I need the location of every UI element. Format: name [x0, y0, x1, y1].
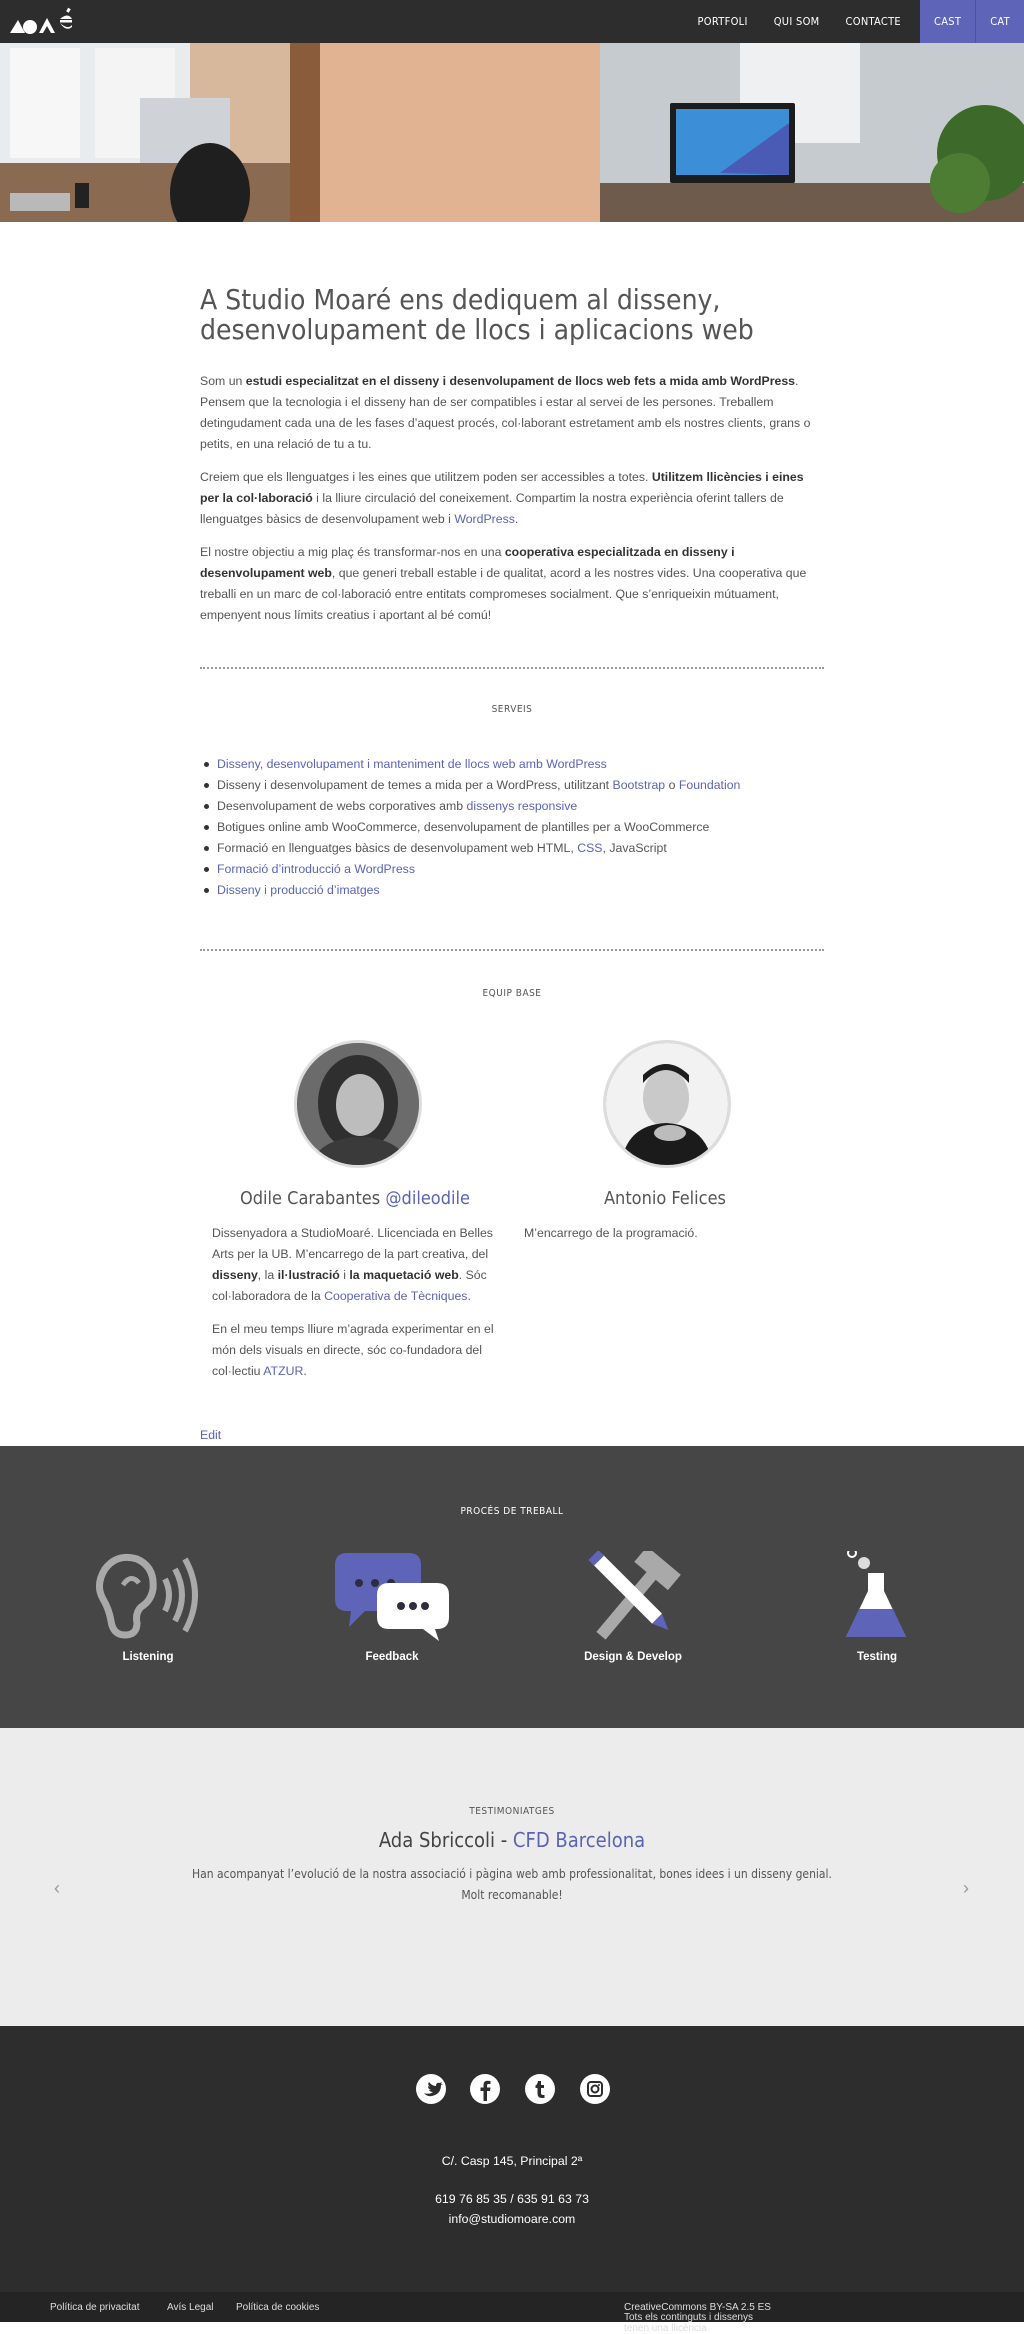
- twitter-handle-link[interactable]: @dileodile: [385, 1188, 470, 1209]
- carousel-next-icon[interactable]: ›: [963, 1878, 969, 1899]
- member-name: Odile Carabantes @dileodile: [240, 1188, 470, 1209]
- testimonials-section: TESTIMONIATGES Ada Sbriccoli - CFD Barce…: [0, 1728, 1024, 2026]
- list-item: Desenvolupament de webs corporatives amb…: [200, 796, 824, 817]
- process-section: PROCÉS DE TREBALL Listening Feedback Des…: [0, 1446, 1024, 1728]
- team-title: EQUIP BASE: [482, 988, 542, 999]
- lang-cast-button[interactable]: CAST: [920, 0, 977, 43]
- process-label: Listening: [122, 1651, 174, 1663]
- nav-contacte[interactable]: CONTACTE: [833, 0, 914, 43]
- testimonials-title: TESTIMONIATGES: [469, 1806, 555, 1817]
- member-bio: Dissenyadora a StudioMoaré. Llicenciada …: [212, 1223, 502, 1382]
- chat-bubbles-icon: [317, 1551, 467, 1646]
- list-item: Disseny i desenvolupament de temes a mid…: [200, 775, 824, 796]
- wordpress-link[interactable]: WordPress: [454, 512, 515, 526]
- footer-address: C/. Casp 145, Principal 2ª: [441, 2154, 583, 2168]
- footer: C/. Casp 145, Principal 2ª 619 76 85 35 …: [0, 2026, 1024, 2292]
- testimonial-author: Ada Sbriccoli - CFD Barcelona: [378, 1828, 646, 1852]
- cookies-link[interactable]: Política de cookies: [236, 2302, 319, 2313]
- cfd-barcelona-link[interactable]: CFD Barcelona: [513, 1828, 645, 1852]
- hammer-pencil-icon: [558, 1546, 708, 1646]
- twitter-icon[interactable]: [416, 2074, 446, 2104]
- responsive-link[interactable]: dissenys responsive: [467, 799, 578, 813]
- css-link[interactable]: CSS: [577, 841, 602, 855]
- process-label: Testing: [856, 1651, 898, 1663]
- intro-paragraph-1: Som un estudi especialitzat en el dissen…: [200, 374, 811, 451]
- intro-paragraph-3: El nostre objectiu a mig plaç és transfo…: [200, 545, 807, 622]
- nav-portfoli[interactable]: PORTFOLI: [685, 0, 761, 43]
- member-bio: M’encarrego de la programació.: [524, 1226, 698, 1240]
- service-link[interactable]: Disseny i producció d’imatges: [217, 883, 380, 897]
- list-item: Botigues online amb WooCommerce, desenvo…: [200, 817, 824, 838]
- list-item: Disseny, desenvolupament i manteniment d…: [200, 754, 824, 775]
- process-label: Design & Develop: [584, 1651, 682, 1663]
- footer-email[interactable]: info@studiomoare.com: [0, 2212, 1024, 2226]
- avatar: [603, 1040, 731, 1168]
- section-divider: [200, 949, 824, 951]
- edit-link[interactable]: Edit: [200, 1428, 221, 1442]
- footer-phone: 619 76 85 35 / 635 91 63 73: [435, 2192, 589, 2206]
- carousel-prev-icon[interactable]: ‹: [54, 1878, 60, 1899]
- instagram-icon[interactable]: [580, 2074, 610, 2104]
- process-title: PROCÉS DE TREBALL: [460, 1506, 564, 1517]
- service-link[interactable]: Formació d’introducció a WordPress: [217, 862, 415, 876]
- list-item: Formació d’introducció a WordPress: [200, 859, 824, 880]
- services-title: SERVEIS: [491, 704, 533, 715]
- service-link[interactable]: Disseny, desenvolupament i manteniment d…: [217, 757, 607, 771]
- member-name: Antonio Felices: [603, 1188, 726, 1209]
- lang-cat-button[interactable]: CAT: [976, 0, 1024, 43]
- flask-icon: [802, 1548, 952, 1646]
- atzur-link[interactable]: ATZUR: [263, 1364, 303, 1378]
- foundation-link[interactable]: Foundation: [679, 778, 741, 792]
- services-list: Disseny, desenvolupament i manteniment d…: [200, 754, 824, 901]
- legal-link[interactable]: Avís Legal: [167, 2302, 214, 2313]
- privacy-link[interactable]: Política de privacitat: [50, 2302, 140, 2313]
- ear-icon: [73, 1551, 223, 1646]
- nav-qui-som[interactable]: QUI SOM: [761, 0, 833, 43]
- list-item: Formació en llenguatges bàsics de desenv…: [200, 838, 824, 859]
- top-navbar: PORTFOLI QUI SOM CONTACTE CAST CAT: [0, 0, 1024, 43]
- license-text: Tots els continguts i dissenys tenen una…: [624, 2302, 771, 2334]
- tumblr-icon[interactable]: [525, 2074, 555, 2104]
- intro-section: A Studio Moaré ens dediquem al disseny, …: [200, 285, 824, 626]
- facebook-icon[interactable]: [470, 2074, 500, 2104]
- avatar: [294, 1040, 422, 1168]
- testimonial-quote: Han acompanyat l’evolució de la nostra a…: [192, 1867, 832, 1902]
- process-label: Feedback: [365, 1651, 419, 1663]
- cooperativa-link[interactable]: Cooperativa de Tècniques: [324, 1289, 467, 1303]
- studio-moare-logo[interactable]: [8, 6, 74, 36]
- bio-paragraph: Dissenyadora a StudioMoaré. Llicenciada …: [212, 1226, 493, 1303]
- list-item: Disseny i producció d’imatges: [200, 880, 824, 901]
- intro-paragraph-2: Creiem que els llenguatges i les eines q…: [200, 470, 804, 526]
- hero-office-image: [0, 43, 1024, 222]
- bootstrap-link[interactable]: Bootstrap: [613, 778, 666, 792]
- bio-paragraph: En el meu temps lliure m’agrada experime…: [212, 1322, 494, 1378]
- footer-bottom-bar: Política de privacitat Avís Legal Políti…: [0, 2292, 1024, 2334]
- intro-title: A Studio Moaré ens dediquem al disseny, …: [200, 283, 754, 346]
- section-divider: [200, 667, 824, 669]
